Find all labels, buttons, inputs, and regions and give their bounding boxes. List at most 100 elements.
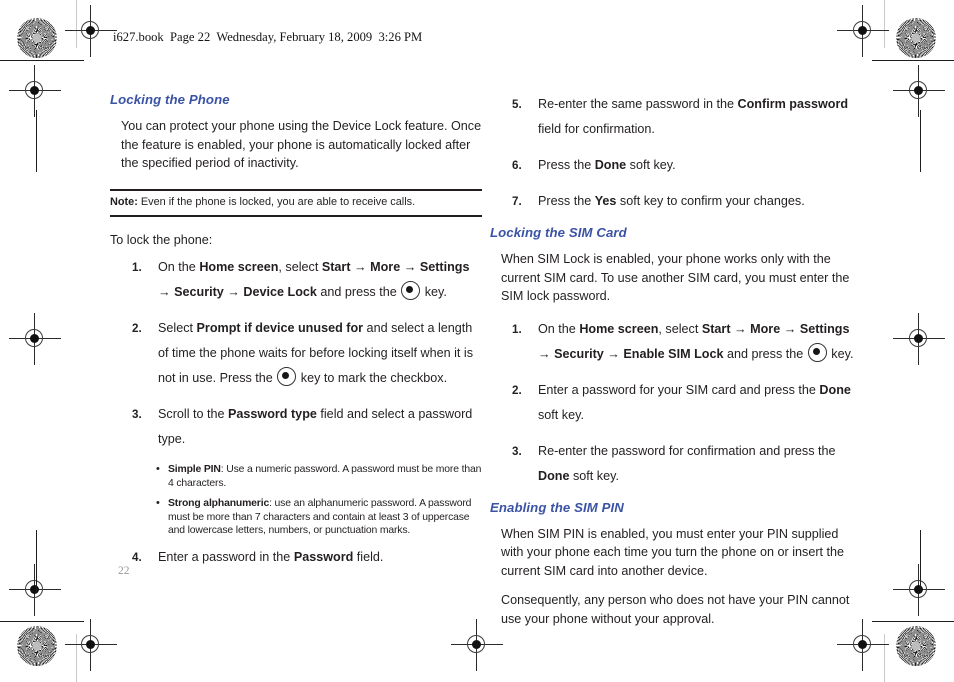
rosette-mark-bottom-left — [17, 626, 57, 666]
registration-crosshair-bottom-left — [65, 619, 117, 671]
step-text: soft key to confirm your changes. — [616, 194, 805, 208]
step-number: 1. — [132, 261, 142, 274]
registration-crosshair-top-center — [9, 65, 61, 117]
step-emphasis: Password — [293, 549, 354, 564]
step-emphasis: Settings — [799, 321, 850, 336]
step-text: Scroll to the — [158, 407, 228, 421]
heading-enabling-the-sim-pin: Enabling the SIM PIN — [490, 499, 624, 515]
trim-line-right-vertical — [920, 110, 922, 172]
note-label: Note: — [110, 195, 138, 208]
step-number: 3. — [512, 444, 522, 458]
step-number: 2. — [132, 322, 142, 335]
step-emphasis: Home screen — [199, 260, 279, 274]
ok-key-icon — [807, 342, 827, 362]
step-number: 7. — [512, 195, 522, 208]
registration-crosshair-top-left — [65, 5, 117, 57]
step-text: , select — [278, 260, 322, 274]
right-column: 5. Re-enter the same password in the Conf… — [490, 92, 862, 639]
step-emphasis: More — [750, 321, 781, 336]
password-type-bullets: • Simple PIN: Use a numeric password. A p… — [110, 463, 482, 538]
step-emphasis: Settings — [419, 260, 470, 274]
step-emphasis: Security — [554, 346, 604, 361]
heading-locking-the-phone: Locking the Phone — [110, 92, 230, 107]
step-number: 3. — [132, 408, 142, 421]
ok-key-icon — [401, 281, 421, 300]
step-text: key to mark the checkbox. — [297, 371, 448, 385]
step-text: Enter a password in the — [158, 549, 294, 564]
step-emphasis: More — [370, 260, 401, 274]
intro-paragraph-locking-phone: You can protect your phone using the Dev… — [121, 119, 482, 170]
step-item: 1. On the Home screen, select Start → Mor… — [490, 317, 862, 367]
step-emphasis: Done — [594, 158, 627, 172]
paragraph: When SIM PIN is enabled, you must enter … — [501, 526, 845, 578]
step-item: 3. Re-enter the password for confirmation… — [490, 439, 862, 489]
step-emphasis: → — [400, 260, 420, 274]
step-emphasis: Done — [538, 468, 570, 483]
book-header-line: i627.book Page 22 Wednesday, February 18… — [113, 30, 423, 44]
step-text: field for confirmation. — [538, 122, 655, 136]
lead-to-lock-the-phone: To lock the phone: — [110, 232, 213, 247]
step-number: 2. — [512, 383, 522, 397]
step-text: Re-enter the same password in the — [538, 97, 738, 111]
step-item: 3. Scroll to the Password type field and … — [110, 402, 482, 452]
step-text: and press the — [316, 285, 401, 299]
step-emphasis: Start — [321, 260, 351, 274]
intro-paragraph-sim-card: When SIM Lock is enabled, your phone wor… — [501, 252, 850, 303]
registration-crosshair-right-bottom — [893, 564, 945, 616]
step-emphasis: Prompt if device unused for — [196, 321, 364, 335]
step-text: key. — [421, 285, 447, 299]
bullet-label: Simple PIN — [168, 464, 221, 475]
paragraph: Consequently, any person who does not ha… — [501, 593, 850, 626]
bullet-icon: • — [156, 463, 160, 475]
page-number: 22 — [118, 565, 130, 577]
paragraphs-sim-pin: When SIM PIN is enabled, you must enter … — [490, 525, 862, 629]
step-emphasis: Device Lock — [243, 285, 317, 299]
step-item: 5. Re-enter the same password in the Conf… — [490, 92, 862, 142]
steps-list-sim-card: 1. On the Home screen, select Start → Mor… — [490, 317, 862, 489]
step-emphasis: Done — [819, 382, 851, 397]
step-number: 4. — [132, 550, 142, 564]
rosette-mark-bottom-right — [896, 626, 936, 666]
step-emphasis: Start — [701, 321, 731, 336]
step-emphasis: Confirm password — [737, 97, 849, 111]
step-emphasis: Enable SIM Lock — [623, 346, 724, 361]
step-text: , select — [658, 321, 702, 336]
page-guide-right-bottom — [884, 634, 886, 682]
bullet-item: • Simple PIN: Use a numeric password. A p… — [110, 463, 482, 490]
ok-key-icon — [277, 367, 297, 386]
page-guide-right — [884, 0, 886, 48]
step-text: Enter a password for your SIM card and p… — [538, 382, 820, 397]
step-text: Select — [158, 321, 197, 335]
trim-line-left-vertical-lower — [36, 530, 38, 592]
step-emphasis: Security — [174, 285, 224, 299]
step-item: 2. Select Prompt if device unused for and… — [110, 316, 482, 391]
step-number: 1. — [512, 322, 522, 336]
trim-line-left-vertical — [36, 110, 38, 172]
registration-crosshair-right-top — [893, 65, 945, 117]
steps-list-continued: 5. Re-enter the same password in the Conf… — [490, 92, 862, 214]
note-block: Note: Even if the phone is locked, you a… — [110, 188, 482, 217]
step-text: and press the — [723, 346, 807, 361]
step-emphasis: → — [538, 346, 555, 361]
trim-line-top-left — [0, 60, 84, 62]
step-emphasis: → — [730, 321, 751, 336]
step-item: 1. On the Home screen, select Start → Mor… — [110, 255, 482, 305]
bullet-item: • Strong alphanumeric: use an alphanumeri… — [110, 497, 482, 538]
rosette-mark-top-left — [17, 18, 57, 58]
left-column: Locking the Phone You can protect your p… — [110, 92, 482, 581]
step-emphasis: → — [223, 285, 244, 299]
step-item: 6. Press the Done soft key. — [490, 153, 862, 178]
step-text: field. — [353, 549, 384, 564]
registration-crosshair-top-right — [837, 5, 889, 57]
step-item: 2. Enter a password for your SIM card and… — [490, 378, 862, 428]
step-text: On the — [158, 260, 200, 274]
step-text: On the — [538, 321, 580, 336]
step-emphasis: → — [780, 321, 800, 336]
step-text: soft key. — [569, 468, 619, 483]
trim-line-bottom-left — [0, 621, 84, 623]
trim-line-top-right — [872, 60, 954, 62]
registration-crosshair-left-bottom — [9, 564, 61, 616]
registration-crosshair-right-middle — [893, 313, 945, 365]
step-text: Press the — [538, 158, 595, 172]
rosette-mark-top-right — [896, 18, 936, 58]
